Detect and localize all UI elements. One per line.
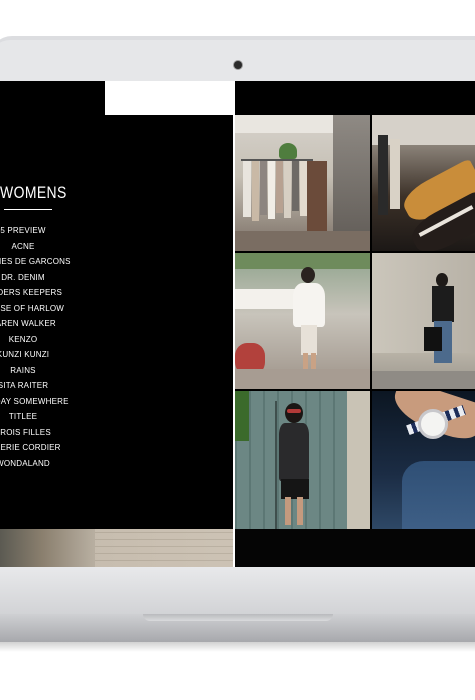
woman-with-bag-photo[interactable]	[372, 253, 475, 389]
bottom-photo-strip	[0, 529, 233, 567]
brand-link-kenzo[interactable]: KENZO	[0, 332, 76, 348]
webcam-icon	[234, 61, 242, 69]
brand-link-sita-raiter[interactable]: SITA RAITER	[0, 378, 76, 394]
brand-link-house-of-harlow[interactable]: HOUSE OF HARLOW	[0, 301, 76, 317]
wristwatch-photo[interactable]	[372, 391, 475, 529]
brand-link-5-preview[interactable]: 5 PREVIEW	[0, 223, 76, 239]
brand-link-dr-denim[interactable]: DR. DENIM	[0, 270, 76, 286]
brand-link-sunday-somewhere[interactable]: SUNDAY SOMEWHERE	[0, 394, 76, 410]
brand-link-karen-walker[interactable]: KAREN WALKER	[0, 316, 76, 332]
brand-link-commes-de-garcons[interactable]: COMMES DE GARCONS	[0, 254, 76, 270]
brand-list: 5 PREVIEW ACNE COMMES DE GARCONS DR. DEN…	[0, 223, 76, 471]
brand-link-rains[interactable]: RAINS	[0, 363, 76, 379]
brand-menu-panel: WOMENS 5 PREVIEW ACNE COMMES DE GARCONS …	[0, 81, 233, 529]
menu-title-underline	[4, 209, 52, 210]
menu-title: WOMENS	[0, 183, 67, 202]
shoes-photo[interactable]	[372, 115, 475, 251]
brand-link-kunzi-kunzi[interactable]: KUNZI KUNZI	[0, 347, 76, 363]
laptop-shadow	[0, 642, 475, 652]
brand-link-titlee[interactable]: TITLEE	[0, 409, 76, 425]
woman-sunglasses-photo[interactable]	[235, 391, 370, 529]
brand-link-trois-filles[interactable]: TROIS FILLES	[0, 425, 76, 441]
brand-link-acne[interactable]: ACNE	[0, 239, 76, 255]
brand-link-valerie-cordier[interactable]: VALERIE CORDIER	[0, 440, 76, 456]
bottom-black-bar	[235, 529, 475, 567]
street-woman-photo[interactable]	[235, 253, 370, 389]
brand-link-wondaland[interactable]: WONDALAND	[0, 456, 76, 472]
laptop-screen: WOMENS 5 PREVIEW ACNE COMMES DE GARCONS …	[0, 81, 475, 567]
brick-wall-photo	[95, 529, 233, 567]
laptop-chin	[0, 567, 475, 614]
top-white-tab[interactable]	[105, 81, 233, 115]
brand-link-finders-keepers[interactable]: FINDERS KEEPERS	[0, 285, 76, 301]
laptop-hinge-notch	[143, 614, 333, 621]
clothing-rack-photo[interactable]	[235, 115, 370, 251]
